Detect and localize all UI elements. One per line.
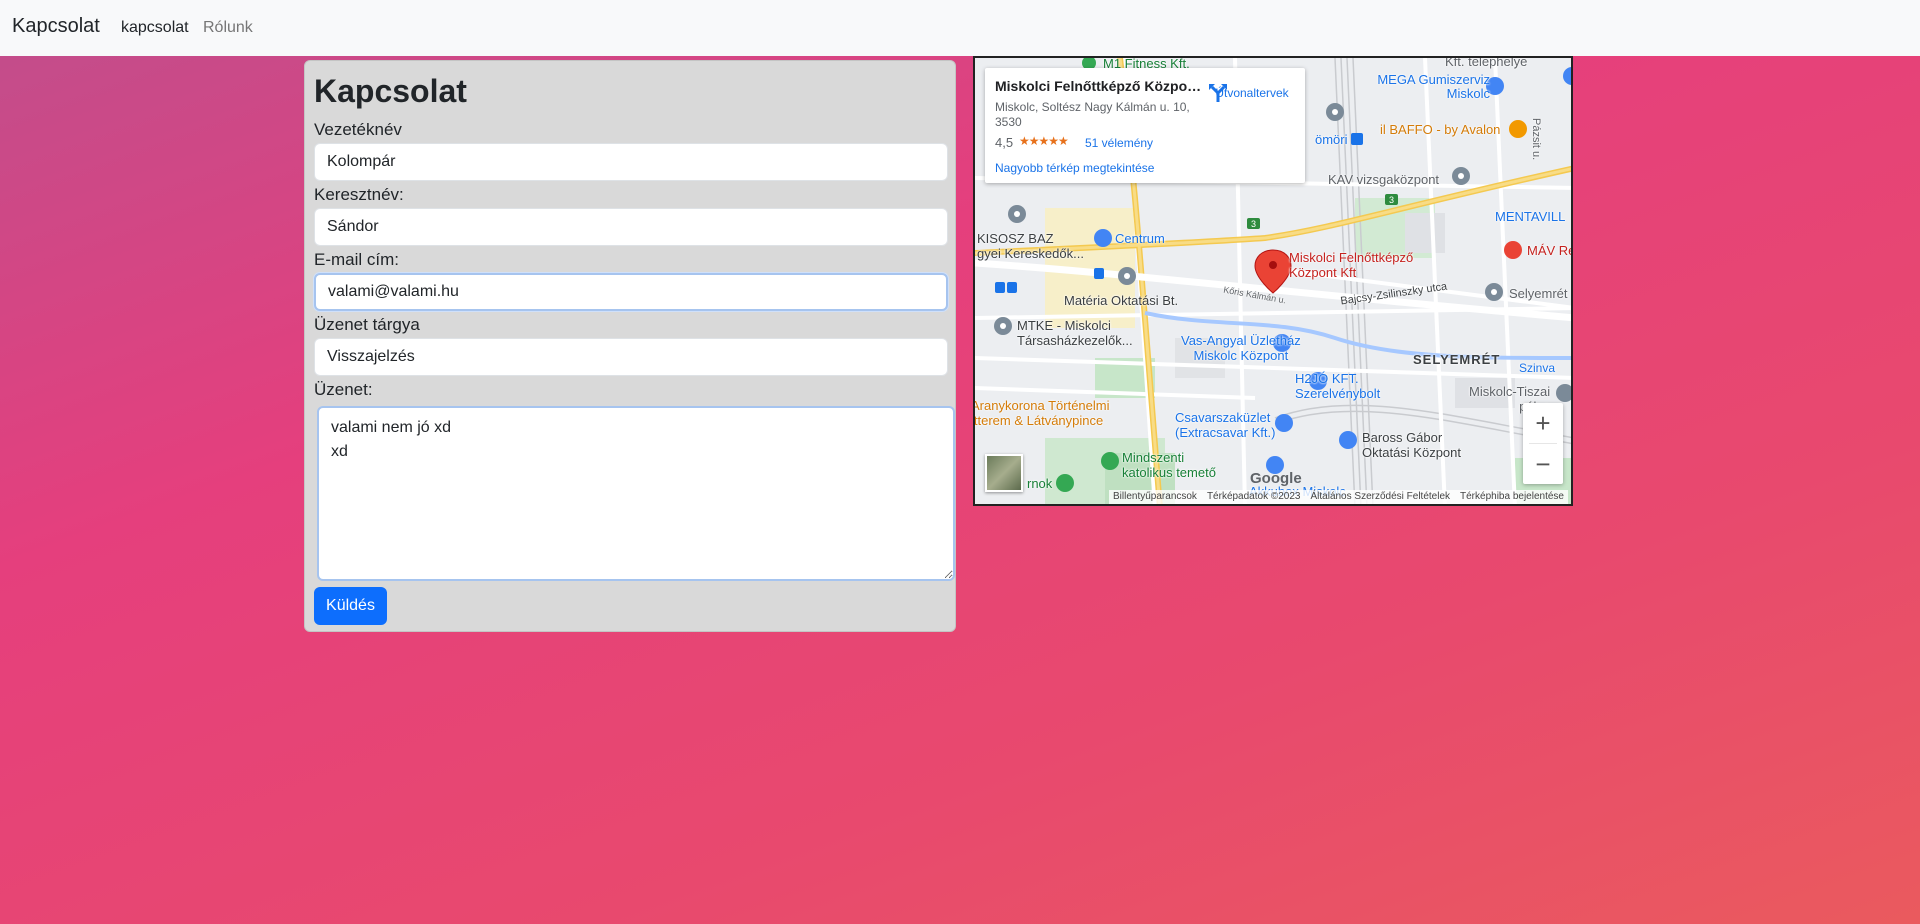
map-attribution: Billentyűparancsok Térképadatok ©2023 Ál… — [1109, 490, 1568, 504]
map-label-bomori: ömöri — [1315, 132, 1348, 147]
map-label-mega: MEGA Gumiszerviz Miskolc — [1377, 72, 1490, 101]
map-label-telephely: Kft. telephelye — [1445, 56, 1528, 69]
first-name-input[interactable] — [314, 208, 948, 246]
map-label-materia: Matéria Oktatási Bt. — [1064, 293, 1179, 308]
map-label-baffo: il BAFFO - by Avalon — [1380, 122, 1501, 137]
first-name-label: Keresztnév: — [314, 185, 404, 204]
google-map-embed[interactable]: 3 3 M1 Fitness Kft. Kft. telephelye MEGA… — [973, 56, 1573, 506]
map-label-centrum: Centrum — [1115, 231, 1165, 246]
terms-link[interactable]: Általános Szerződési Feltételek — [1310, 491, 1450, 503]
zoom-out-button[interactable]: − — [1523, 444, 1563, 484]
last-name-label: Vezetéknév — [314, 120, 402, 139]
report-error-link[interactable]: Térképhiba bejelentése — [1460, 491, 1564, 503]
last-name-input[interactable] — [314, 143, 948, 181]
email-input[interactable] — [314, 273, 948, 311]
map-label-szinva: Szinva — [1519, 361, 1556, 375]
map-label-mtke: MTKE - Miskolci Társasházkezelők... — [1017, 318, 1133, 348]
map-label-mav: MÁV Re — [1527, 243, 1573, 258]
place-rating: 4,5 — [995, 135, 1014, 150]
navbar: Kapcsolat kapcsolat Rólunk — [0, 0, 1920, 56]
place-info-card: Miskolci Felnőttképző Közpon... Miskolc,… — [985, 68, 1305, 183]
map-label-csavar: Csavarszaküzlet (Extracsavar Kft.) — [1175, 410, 1276, 440]
map-label-mentavill: MENTAVILL — [1495, 209, 1566, 224]
navbar-brand[interactable]: Kapcsolat — [12, 15, 100, 38]
nav-link-rolunk[interactable]: Rólunk — [203, 19, 253, 37]
svg-text:3: 3 — [1389, 195, 1394, 205]
map-label-aranykorona: Aranykorona Történelmi itterem & Látvány… — [973, 398, 1110, 428]
google-logo: Google — [1250, 470, 1302, 487]
message-label: Üzenet: — [314, 380, 373, 399]
zoom-controls: + − — [1523, 403, 1563, 484]
larger-map-link[interactable]: Nagyobb térkép megtekintése — [995, 161, 1154, 175]
keyboard-shortcuts-link[interactable]: Billentyűparancsok — [1113, 491, 1197, 503]
nav-link-kapcsolat[interactable]: kapcsolat — [121, 19, 189, 37]
zoom-in-button[interactable]: + — [1523, 403, 1563, 443]
place-address: Miskolc, Soltész Nagy Kálmán u. 10, 3530 — [995, 100, 1190, 129]
map-label-rnok: rnok — [1027, 476, 1053, 491]
directions-icon — [1209, 84, 1227, 102]
map-label-h2jo: H2JÓ KFT. Szerelvénybolt — [1295, 371, 1381, 401]
map-label-kisosz: KISOSZ BAZ gyei Kereskedők... — [977, 231, 1084, 261]
subject-label: Üzenet tárgya — [314, 315, 420, 334]
map-label-kav: KAV vizsgaközpont — [1328, 172, 1440, 187]
rating-stars-icon: ★★★★★ — [1019, 134, 1069, 148]
map-label-baross: Baross Gábor Oktatási Központ — [1362, 430, 1461, 460]
email-label: E-mail cím: — [314, 250, 399, 269]
map-label-mindszenti: Mindszenti katolikus temető — [1122, 450, 1216, 480]
map-data-text: Térképadatok ©2023 — [1206, 491, 1301, 502]
contact-form-card: Kapcsolat Vezetéknév Keresztnév: E-mail … — [304, 60, 956, 632]
directions-button[interactable]: Útvonaltervek — [1207, 82, 1297, 102]
reviews-link[interactable]: 51 vélemény — [1085, 136, 1153, 150]
svg-text:3: 3 — [1251, 219, 1256, 229]
map-label-pin[interactable]: Miskolci Felnőttképző Központ Kft — [1289, 250, 1413, 280]
submit-button[interactable]: Küldés — [314, 587, 387, 625]
map-label-vasangyal: Vas-Angyal Üzletház Miskolc Központ — [1181, 333, 1301, 363]
map-label-selyemret-place: Selyemrét — [1509, 286, 1568, 301]
map-label-pazsit: Pázsit u. — [1530, 118, 1542, 161]
message-textarea[interactable]: valami nem jó xd xd — [317, 406, 955, 581]
form-title: Kapcsolat — [314, 73, 467, 109]
satellite-toggle[interactable] — [985, 454, 1023, 492]
subject-input[interactable] — [314, 338, 948, 376]
place-title: Miskolci Felnőttképző Közpon... — [995, 78, 1205, 94]
map-label-selyemret: SELYEMRÉT — [1413, 352, 1501, 367]
